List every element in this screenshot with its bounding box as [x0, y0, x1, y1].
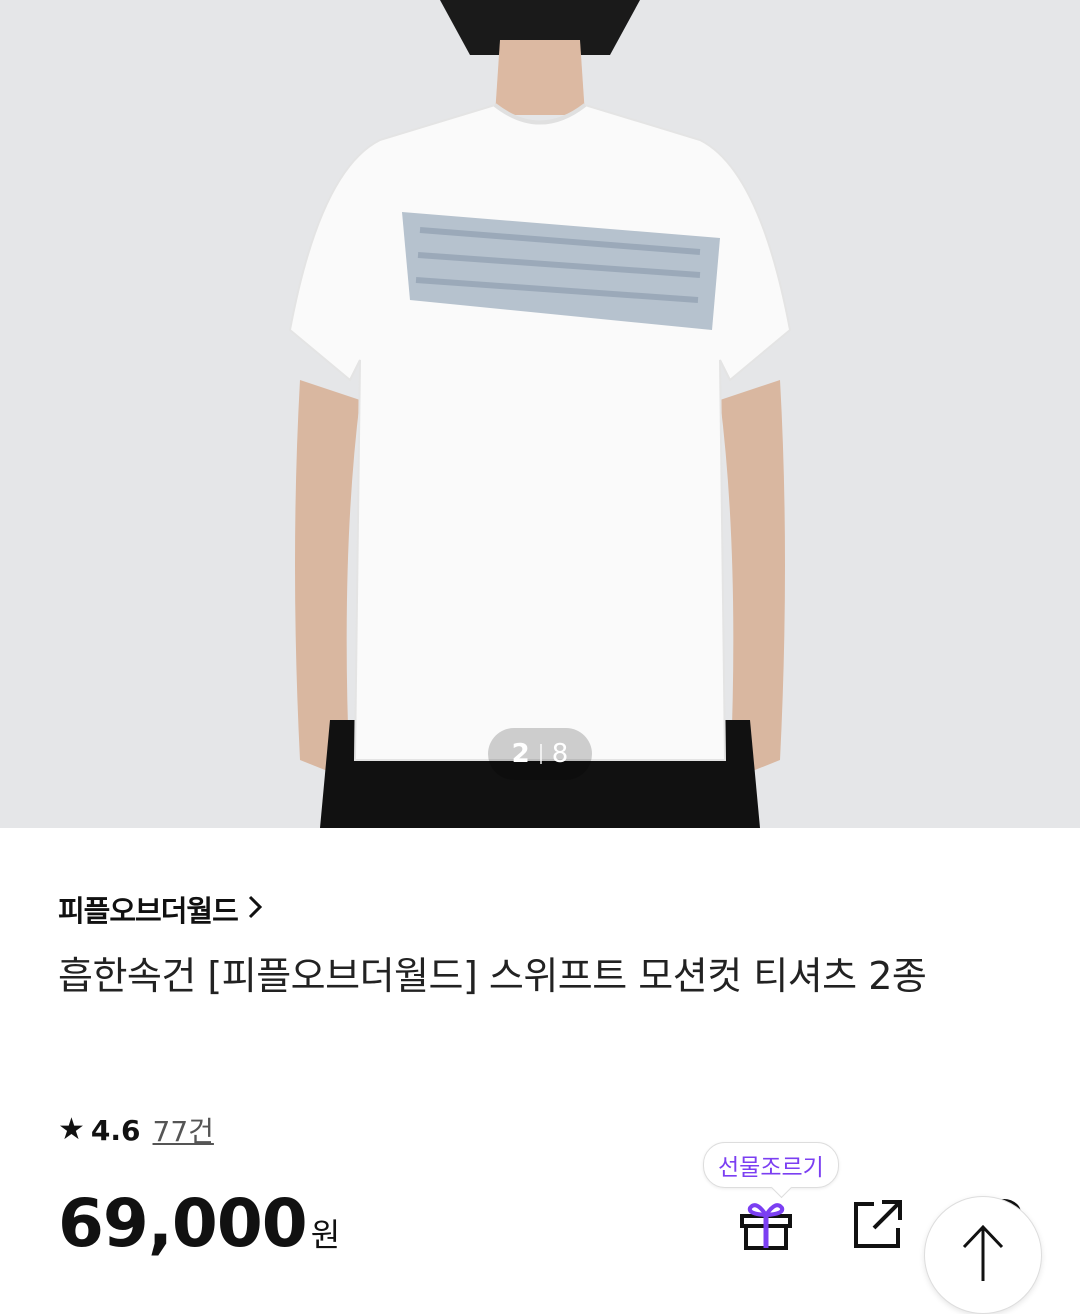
product-image-carousel[interactable]: 2 8 — [0, 0, 1080, 828]
chevron-right-icon — [246, 893, 264, 925]
price-amount: 69,000 — [58, 1185, 308, 1262]
gift-icon — [736, 1203, 796, 1258]
star-icon: ★ — [58, 1112, 85, 1147]
share-button[interactable] — [850, 1196, 906, 1256]
product-title: 흡한속건 [피플오브더월드] 스위프트 모션컷 티셔츠 2종 — [58, 954, 927, 998]
product-photo — [288, 0, 792, 828]
image-counter: 2 8 — [488, 728, 592, 780]
brand-name: 피플오브더월드 — [58, 894, 239, 928]
brand-link[interactable]: 피플오브더월드 — [58, 888, 264, 930]
scroll-top-button[interactable] — [924, 1196, 1042, 1314]
price-currency: 원 — [310, 1216, 341, 1254]
product-rating: ★ 4.6 77건 — [58, 1110, 214, 1150]
review-count-link[interactable]: 77건 — [153, 1110, 214, 1150]
image-counter-current: 2 — [511, 739, 530, 769]
gift-button[interactable] — [736, 1194, 796, 1258]
image-counter-divider — [539, 744, 542, 764]
share-icon — [850, 1200, 906, 1256]
gift-request-tooltip[interactable]: 선물조르기 — [703, 1142, 839, 1188]
arrow-up-icon — [958, 1221, 1008, 1289]
rating-score: 4.6 — [90, 1113, 141, 1147]
image-counter-total: 8 — [551, 739, 569, 769]
product-price: 69,000 원 — [58, 1185, 340, 1262]
